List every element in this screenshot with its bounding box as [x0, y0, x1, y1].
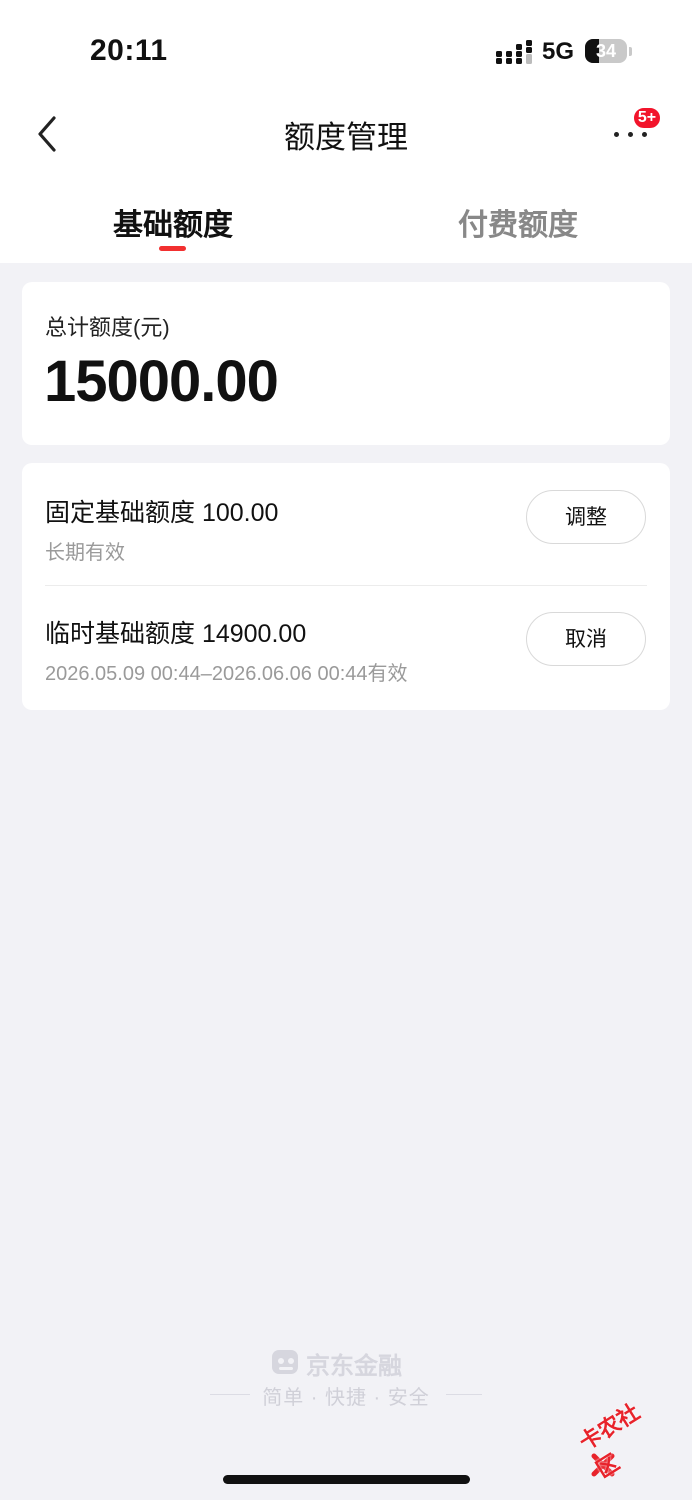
battery-icon: 34: [585, 39, 632, 65]
adjust-button[interactable]: 调整: [526, 490, 646, 544]
quota-items-card: 固定基础额度 100.00 长期有效 调整 临时基础额度 14900.00 20…: [22, 463, 670, 710]
fixed-quota-title: 固定基础额度 100.00: [45, 499, 279, 527]
total-quota-card: 总计额度(元) 15000.00: [22, 282, 670, 445]
battery-level-text: 34: [595, 41, 617, 61]
status-time: 20:11: [90, 34, 168, 67]
notification-badge: 5+: [632, 106, 662, 130]
page-title: 额度管理: [284, 120, 408, 155]
list-item-fixed-quota: 固定基础额度 100.00 长期有效 调整: [22, 463, 670, 586]
temporary-quota-title: 临时基础额度 14900.00: [45, 620, 307, 648]
total-quota-label: 总计额度(元): [45, 315, 170, 340]
tab-paid-quota[interactable]: 付费额度: [458, 200, 578, 244]
temporary-quota-validity: 2026.05.09 00:44–2026.06.06 00:44有效: [45, 663, 408, 685]
footer-slogan: 简单 · 快捷 · 安全: [262, 1387, 430, 1409]
jd-finance-logo-icon: [272, 1350, 298, 1374]
fixed-quota-validity: 长期有效: [45, 542, 125, 564]
signal-icon: [496, 40, 532, 64]
tab-basic-quota[interactable]: 基础额度: [113, 200, 233, 244]
total-quota-value: 15000.00: [44, 349, 279, 414]
home-indicator: [223, 1475, 470, 1484]
network-label: 5G: [542, 38, 575, 65]
list-item-temporary-quota: 临时基础额度 14900.00 2026.05.09 00:44–2026.06…: [22, 586, 670, 708]
cancel-button[interactable]: 取消: [526, 612, 646, 666]
footer-brand: 京东金融: [306, 1353, 402, 1380]
active-tab-indicator: [159, 246, 186, 251]
